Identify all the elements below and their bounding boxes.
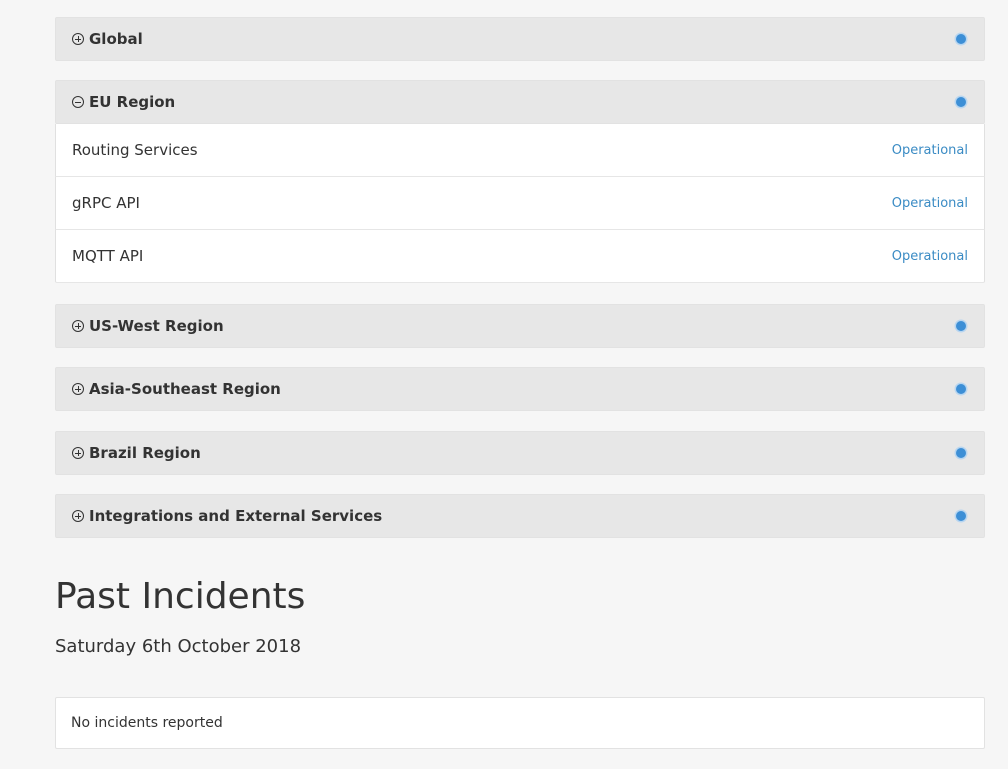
status-dot-icon (956, 34, 966, 44)
component-group-us-west-region: US-West Region (55, 304, 985, 348)
collapse-icon[interactable] (72, 96, 84, 108)
component-group-global: Global (55, 17, 985, 61)
component-row: MQTT API Operational (55, 230, 985, 283)
component-status: Operational (891, 142, 968, 158)
group-header-brazil-region[interactable]: Brazil Region (55, 431, 985, 475)
group-name: Global (89, 30, 143, 48)
group-name: Integrations and External Services (89, 507, 383, 525)
group-name: Asia-Southeast Region (89, 380, 281, 398)
no-incidents-message: No incidents reported (71, 715, 223, 731)
component-group-asia-southeast-region: Asia-Southeast Region (55, 367, 985, 411)
component-group-integrations: Integrations and External Services (55, 494, 985, 538)
group-header-eu-region[interactable]: EU Region (55, 80, 985, 124)
status-dot-icon (956, 448, 966, 458)
component-group-brazil-region: Brazil Region (55, 431, 985, 475)
component-group-eu-region: EU Region Routing Services Operational g… (55, 80, 985, 283)
component-name: MQTT API (72, 247, 144, 265)
component-name: Routing Services (72, 141, 198, 159)
group-header-asia-southeast-region[interactable]: Asia-Southeast Region (55, 367, 985, 411)
component-status: Operational (891, 195, 968, 211)
expand-icon[interactable] (72, 33, 84, 45)
expand-icon[interactable] (72, 510, 84, 522)
component-row: gRPC API Operational (55, 177, 985, 230)
expand-icon[interactable] (72, 383, 84, 395)
group-name: Brazil Region (89, 444, 201, 462)
status-dot-icon (956, 511, 966, 521)
component-name: gRPC API (72, 194, 140, 212)
group-name: EU Region (89, 93, 176, 111)
status-dot-icon (956, 321, 966, 331)
incident-list: No incidents reported (55, 697, 985, 749)
group-header-global[interactable]: Global (55, 17, 985, 61)
group-header-integrations[interactable]: Integrations and External Services (55, 494, 985, 538)
status-page: Global EU Region Routing Services Operat… (0, 0, 1008, 769)
expand-icon[interactable] (72, 320, 84, 332)
status-dot-icon (956, 97, 966, 107)
group-name: US-West Region (89, 317, 224, 335)
expand-icon[interactable] (72, 447, 84, 459)
status-dot-icon (956, 384, 966, 394)
component-status: Operational (891, 248, 968, 264)
past-incidents-title: Past Incidents (55, 576, 306, 617)
incident-date: Saturday 6th October 2018 (55, 636, 302, 657)
component-row: Routing Services Operational (55, 124, 985, 177)
group-header-us-west-region[interactable]: US-West Region (55, 304, 985, 348)
